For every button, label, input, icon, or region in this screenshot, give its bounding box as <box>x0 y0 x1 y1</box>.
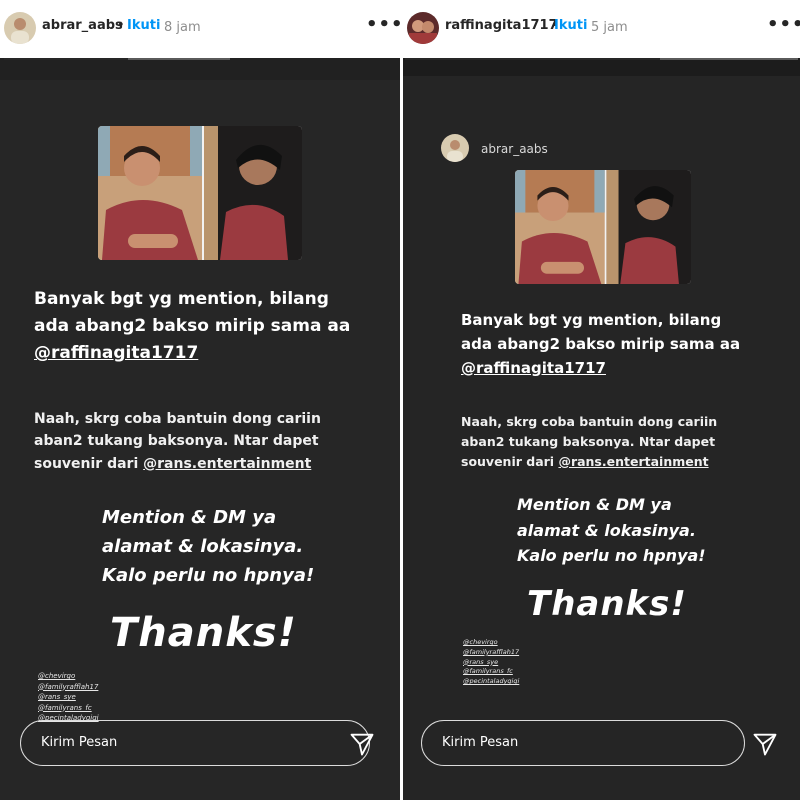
body-line: aban2 tukang baksonya. Ntar dapet <box>34 433 319 450</box>
story-headline: Banyak bgt yg mention, bilang ada abang2… <box>34 286 350 368</box>
story-content: Banyak bgt yg mention, bilang ada abang2… <box>0 80 400 800</box>
story-time: 5 jam <box>591 20 628 35</box>
tag-mention[interactable]: @familyrafflah17 <box>463 648 519 658</box>
thanks-text: Thanks! <box>527 584 687 624</box>
story-content: abrar_aabs Banyak bgt yg mention, bilang <box>403 76 800 800</box>
message-input[interactable]: Kirim Pesan <box>20 720 370 766</box>
body-line: Naah, skrg coba bantuin dong cariin <box>34 411 321 427</box>
mention-link[interactable]: @raffinagita1717 <box>34 340 350 367</box>
avatar <box>441 134 469 162</box>
headline-line: ada abang2 bakso mirip sama aa <box>34 316 351 337</box>
paper-plane-send-icon[interactable] <box>348 730 376 758</box>
tag-mention[interactable]: @rans_sye <box>463 658 519 668</box>
progress-filled <box>405 58 661 60</box>
message-input[interactable]: Kirim Pesan <box>421 720 745 766</box>
follow-button[interactable]: Ikuti <box>127 18 160 33</box>
cta-line: alamat & lokasinya. <box>102 535 304 557</box>
story-time: 8 jam <box>164 20 201 35</box>
tag-mention[interactable]: @chevirgo <box>463 638 519 648</box>
avatar[interactable] <box>4 12 36 44</box>
headline-line: Banyak bgt yg mention, bilang <box>34 289 329 309</box>
story-header: abrar_aabs • Ikuti 8 jam ••• <box>0 0 400 58</box>
cta-line: Mention & DM ya <box>517 495 672 514</box>
story-panel-left: abrar_aabs • Ikuti 8 jam ••• Banyak bgt … <box>0 0 400 800</box>
progress-filled <box>4 58 129 60</box>
body-line: Naah, skrg coba bantuin dong cariin <box>461 414 718 429</box>
story-call-to-action: Mention & DM ya alamat & lokasinya. Kalo… <box>102 504 314 590</box>
mention-link[interactable]: @raffinagita1717 <box>461 356 740 380</box>
avatar[interactable] <box>407 12 439 44</box>
message-placeholder: Kirim Pesan <box>442 735 519 750</box>
cta-line: alamat & lokasinya. <box>517 520 696 540</box>
story-progress-bar <box>405 58 798 60</box>
tag-mention[interactable]: @chevirgo <box>38 671 99 682</box>
cta-line: Kalo perlu no hpnya! <box>102 564 315 586</box>
tag-mention[interactable]: @familyrans_fc <box>463 667 519 677</box>
tag-mention[interactable]: @familyrafflah17 <box>38 682 99 693</box>
mention-link[interactable]: @rans.entertainment <box>558 454 708 469</box>
story-headline: Banyak bgt yg mention, bilang ada abang2… <box>461 308 740 380</box>
collage-photo <box>98 126 302 260</box>
body-line: aban2 tukang baksonya. Ntar dapet <box>461 434 716 449</box>
headline-line: ada abang2 bakso mirip sama aa <box>461 335 741 353</box>
cta-line: Mention & DM ya <box>102 507 277 528</box>
reshared-username[interactable]: abrar_aabs <box>481 142 548 156</box>
story-call-to-action: Mention & DM ya alamat & lokasinya. Kalo… <box>517 492 706 569</box>
mention-link[interactable]: @rans.entertainment <box>143 456 311 472</box>
cta-line: Kalo perlu no hpnya! <box>517 546 706 566</box>
tag-mention[interactable]: @pecintaladygigi <box>463 677 519 687</box>
story-panel-right: raffinagita1717 • Ikuti 5 jam ••• abrar_… <box>403 0 800 800</box>
thanks-text: Thanks! <box>110 610 297 656</box>
story-username[interactable]: raffinagita1717 <box>445 18 558 33</box>
story-body-text: Naah, skrg coba bantuin dong cariin aban… <box>461 412 717 472</box>
headline-line: Banyak bgt yg mention, bilang <box>461 311 722 329</box>
story-body-text: Naah, skrg coba bantuin dong cariin aban… <box>34 408 321 475</box>
tag-list: @chevirgo @familyrafflah17 @rans_sye @fa… <box>38 671 99 724</box>
follow-button[interactable]: Ikuti <box>554 18 587 33</box>
collage-photo <box>515 170 691 284</box>
more-options-icon[interactable]: ••• <box>767 14 800 35</box>
body-line: souvenir dari <box>34 455 144 472</box>
separator-dot: • <box>117 18 125 33</box>
paper-plane-send-icon[interactable] <box>751 730 779 758</box>
tag-list: @chevirgo @familyrafflah17 @rans_sye @fa… <box>463 638 519 687</box>
tag-mention[interactable]: @familyrans_fc <box>38 703 99 714</box>
body-line: souvenir dari <box>461 454 559 469</box>
story-header: raffinagita1717 • Ikuti 5 jam ••• <box>403 0 800 58</box>
more-options-icon[interactable]: ••• <box>366 14 400 35</box>
message-placeholder: Kirim Pesan <box>41 735 118 750</box>
story-username[interactable]: abrar_aabs <box>42 18 123 33</box>
story-progress-bar <box>4 58 230 60</box>
tag-mention[interactable]: @rans_sye <box>38 692 99 703</box>
